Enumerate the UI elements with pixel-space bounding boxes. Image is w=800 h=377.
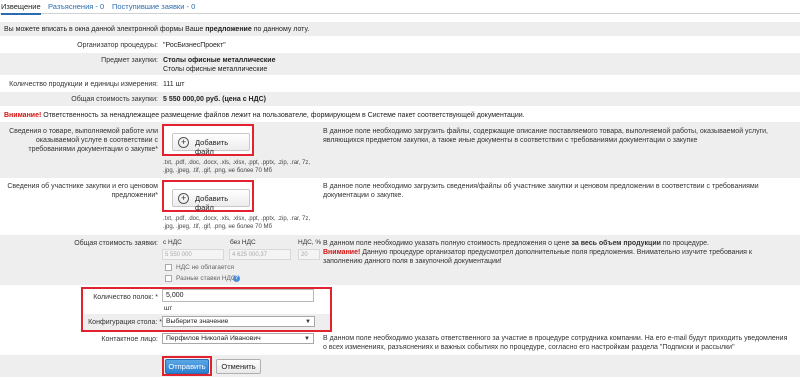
bid-cost-warning: Внимание! Данную процедуре организатор п… [323,249,752,265]
submit-button[interactable]: Отправить [165,359,209,374]
total-cost-label: Общая стоимость закупки: [71,96,158,103]
subject-label: Предмет закупки: [101,57,158,64]
bid-cost-col-with-vat: с НДС [163,239,182,246]
upload-goods-row: Сведения о товаре, выполняемой работе ил… [0,122,800,178]
subject-subvalue: Столы офисные металлические [163,66,268,73]
plus-circle-icon: + [178,137,189,148]
bid-cost-row: Общая стоимость заявки: с НДС без НДС НД… [0,235,800,285]
table-config-row: Конфигурация стола: * Выберите значение … [84,314,330,330]
help-icon[interactable]: ? [233,275,240,282]
upload-goods-formats: .txt, .pdf, .doc, .docx, .xls, .xlsx, .p… [163,160,311,174]
upload-goods-label: Сведения о товаре, выполняемой работе ил… [9,128,158,153]
upload-participant-highlight: + Добавить файл [162,180,254,212]
table-config-select[interactable]: Выберите значение ▼ [162,316,315,327]
add-file-button-participant[interactable]: + Добавить файл [172,189,250,212]
shelf-count-label: Количество полок: * [93,294,158,301]
no-vat-label: НДС не облагается [176,264,234,271]
warning-text: Внимание! Ответственность за ненадлежаще… [4,112,525,119]
total-cost-row: Общая стоимость закупки: 5 550 000,00 ру… [0,92,800,106]
bid-cost-col-without-vat: без НДС [230,239,256,246]
no-vat-checkbox[interactable] [165,264,172,271]
upload-goods-hint: В данное поле необходимо загрузить файлы… [323,128,768,144]
organizer-label: Организатор процедуры: [77,42,158,49]
contact-label: Контактное лицо: [101,336,158,343]
quantity-label: Количество продукции и единицы измерения… [9,81,158,88]
upload-participant-formats: .txt, .pdf, .doc, .docx, .xls, .xlsx, .p… [163,216,311,230]
bid-cost-label: Общая стоимость заявки: [74,240,158,247]
tab-notice[interactable]: Извещение [1,2,41,15]
contact-row: Контактное лицо: Перфилов Николай Иванов… [0,332,800,354]
shelf-count-unit: шт [164,305,173,312]
diff-rates-checkbox[interactable] [165,275,172,282]
tab-received-bids[interactable]: Поступившие заявки - 0 [112,2,195,11]
bid-cost-vat-rate-input[interactable]: 20 [298,249,320,260]
tab-clarifications[interactable]: Разъяснения - 0 [48,2,104,11]
total-cost-value: 5 550 000,00 руб. (цена с НДС) [163,96,266,103]
shelf-count-row: Количество полок: * 5,000 шт [0,289,800,313]
bid-cost-hint: В данном поле необходимо указать полную … [323,240,709,247]
contact-hint: В данном поле необходимо указать ответст… [323,335,788,351]
bid-cost-col-vat-rate: НДС, % [298,239,322,246]
subject-value: Столы офисные металлические [163,57,276,64]
organizer-row: Организатор процедуры: "РосБизнесПроект" [0,38,800,52]
tab-bar: Извещение Разъяснения - 0 Поступившие за… [0,0,800,15]
upload-goods-highlight: + Добавить файл [162,124,254,156]
intro-row: Вы можете вписать в окна данной электрон… [0,22,800,36]
diff-rates-label: Разные ставки НДС [176,275,236,282]
quantity-row: Количество продукции и единицы измерения… [0,77,800,91]
subject-row: Предмет закупки: Столы офисные металличе… [0,53,800,75]
intro-text: Вы можете вписать в окна данной электрон… [4,26,310,33]
plus-circle-icon: + [178,193,189,204]
dropdown-arrow-icon: ▼ [305,319,311,325]
upload-participant-row: Сведения об участнике закупки и его цено… [0,178,800,234]
warning-row: Внимание! Ответственность за ненадлежаще… [0,108,800,122]
cancel-button[interactable]: Отменить [216,359,261,374]
shelf-count-input[interactable]: 5,000 [162,289,314,302]
upload-participant-label: Сведения об участнике закупки и его цено… [7,183,158,199]
actions-row: Отправить Отменить [0,355,800,377]
dropdown-arrow-icon: ▼ [304,336,310,342]
bid-cost-without-vat-input[interactable]: 4 625 000,37 [229,249,291,260]
upload-participant-hint: В данное поле необходимо загрузить сведе… [323,183,759,199]
organizer-value: "РосБизнесПроект" [163,42,226,49]
table-config-label: Конфигурация стола: * [88,319,162,326]
quantity-value: 111 шт [163,81,185,88]
bid-cost-with-vat-input[interactable]: 5 550 000 [162,249,224,260]
add-file-button-goods[interactable]: + Добавить файл [172,133,250,156]
contact-select[interactable]: Перфилов Николай Иванович ▼ [162,333,314,344]
